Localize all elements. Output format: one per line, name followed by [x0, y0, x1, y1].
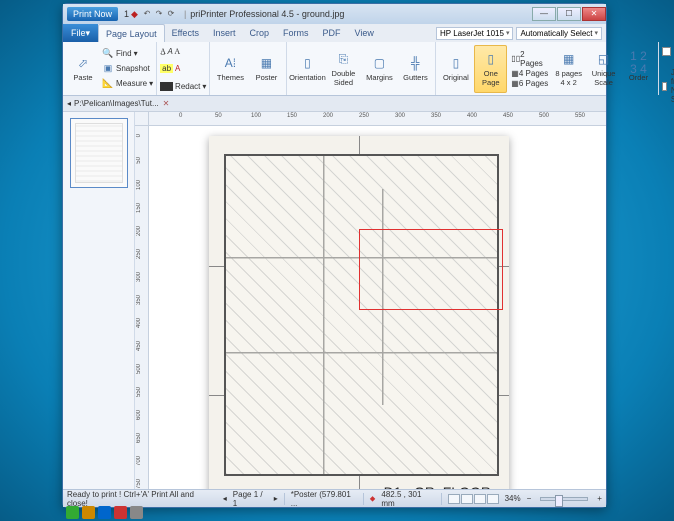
tray-icon[interactable]	[66, 506, 79, 519]
app-window: Print Now 1 ◆ ↶ ↷ ⟳ | priPrinter Profess…	[62, 3, 607, 508]
page-number: 1	[124, 9, 129, 19]
double-sided-button[interactable]: ⎘Double Sided	[326, 45, 360, 93]
page-icon: ▯	[482, 50, 500, 68]
page-icon: ▯	[447, 54, 465, 72]
ruler-corner	[135, 112, 149, 126]
search-icon: 🔍	[102, 48, 114, 60]
document-path[interactable]: P:\Pelican\Images\Tut...	[74, 99, 159, 108]
unique-scale-button[interactable]: ◱Unique Scale	[587, 45, 620, 93]
tab-insert[interactable]: Insert	[206, 24, 243, 42]
paste-button[interactable]: ⬀Paste	[66, 45, 100, 93]
themes-button[interactable]: A⁞Themes	[213, 45, 247, 93]
zoom-value: 34%	[505, 494, 521, 503]
zoom-out-icon[interactable]: −	[527, 494, 532, 503]
layout-2pages[interactable]: ▯▯ 2 Pages	[511, 50, 548, 68]
one-page-button[interactable]: ▯One Page	[474, 45, 507, 93]
tab-view[interactable]: View	[347, 24, 380, 42]
close-button[interactable]: ✕	[582, 7, 606, 21]
menubar: File ▾ Page Layout Effects Insert Crop F…	[63, 24, 606, 42]
8pages-button[interactable]: ▦8 pages 4 x 2	[552, 45, 585, 93]
tab-crop[interactable]: Crop	[242, 24, 276, 42]
canvas[interactable]: D1 - GR. FLOOR	[149, 126, 606, 489]
minimize-button[interactable]: —	[532, 7, 556, 21]
tray-icon[interactable]	[98, 506, 111, 519]
undo-icon[interactable]: ↶	[142, 9, 152, 19]
drawing-label: D1 - GR. FLOOR	[384, 484, 491, 489]
paper-select[interactable]: Automatically Select	[516, 27, 602, 40]
tray-icon[interactable]	[82, 506, 95, 519]
printer-select[interactable]: HP LaserJet 1015	[436, 27, 513, 40]
poster-icon: ▦	[257, 54, 275, 72]
measure-button[interactable]: 📐Measure ▾	[102, 77, 153, 91]
titlebar: Print Now 1 ◆ ↶ ↷ ⟳ | priPrinter Profess…	[63, 4, 606, 24]
quick-nav: ↶ ↷ ⟳	[142, 9, 176, 19]
app-title: priPrinter Professional 4.5 - ground.jpg	[190, 9, 344, 19]
tab-effects[interactable]: Effects	[165, 24, 206, 42]
file-menu[interactable]: File ▾	[63, 24, 98, 42]
grid-icon: ▦	[560, 50, 578, 68]
layout-6pages[interactable]: ▦ 6 Pages	[511, 79, 548, 88]
status-poster: *Poster (579.801 ...	[291, 490, 357, 508]
thumbnail-panel	[63, 112, 135, 489]
ruler-vertical: 0501001502002503003504004505005506006507…	[135, 126, 149, 489]
original-button[interactable]: ▯Original	[439, 45, 472, 93]
scale-icon: ◱	[595, 50, 613, 68]
tray-icon[interactable]	[114, 506, 127, 519]
camera-icon: ▣	[102, 63, 114, 75]
status-coords: 482.5 , 301 mm	[381, 490, 434, 508]
gutters-button[interactable]: ╬Gutters	[398, 45, 432, 93]
refresh-icon[interactable]: ⟳	[166, 9, 176, 19]
ruler-icon: 📐	[102, 78, 114, 90]
margins-icon: ▢	[370, 54, 388, 72]
find-button[interactable]: 🔍Find ▾	[102, 47, 153, 61]
orientation-icon: ▯	[298, 54, 316, 72]
page-thumbnail[interactable]	[70, 118, 128, 188]
repeat-check[interactable]: Repeat	[662, 44, 674, 58]
ruler-horizontal: 050100150200250300350400450500550	[149, 112, 606, 126]
tab-forms[interactable]: Forms	[276, 24, 316, 42]
order-icon: 1 23 4	[630, 54, 648, 72]
zoom-in-icon[interactable]: +	[597, 494, 602, 503]
palette-icon: A⁞	[221, 54, 239, 72]
gutters-icon: ╬	[406, 54, 424, 72]
tab-page-layout[interactable]: Page Layout	[98, 24, 165, 42]
document-path-bar: ◂ P:\Pelican\Images\Tut... ✕	[63, 96, 606, 112]
order-button[interactable]: 1 23 4Order	[622, 45, 655, 93]
workspace: 050100150200250300350400450500550 050100…	[63, 112, 606, 489]
view-mode-icons[interactable]	[448, 494, 499, 504]
margins-button[interactable]: ▢Margins	[362, 45, 396, 93]
duplex-icon: ⎘	[334, 50, 352, 68]
print-now-button[interactable]: Print Now	[67, 7, 118, 21]
selection-highlight	[359, 229, 503, 310]
tray-icon[interactable]	[130, 506, 143, 519]
desktop-tray	[62, 504, 147, 521]
job-new-sheet-check[interactable]: Job from New Sheet	[662, 79, 674, 93]
poster-button[interactable]: ▦Poster	[249, 45, 283, 93]
snapshot-button[interactable]: ▣Snapshot	[102, 62, 153, 76]
orientation-button[interactable]: ▯Orientation	[290, 45, 324, 93]
cursor-icon: ⬀	[74, 54, 92, 72]
close-doc-icon[interactable]: ✕	[163, 99, 170, 108]
status-page: Page 1 / 1	[233, 490, 268, 508]
ribbon: ⬀Paste 🔍Find ▾ ▣Snapshot 📐Measure ▾ A̲ A…	[63, 42, 606, 96]
redo-icon[interactable]: ↷	[154, 9, 164, 19]
layout-4pages[interactable]: ▦ 4 Pages	[511, 69, 548, 78]
poster-sheet: D1 - GR. FLOOR	[209, 136, 509, 489]
zoom-slider[interactable]	[540, 497, 588, 501]
tab-pdf[interactable]: PDF	[315, 24, 347, 42]
maximize-button[interactable]: ☐	[557, 7, 581, 21]
floorplan-image	[224, 154, 499, 476]
redact-button[interactable]: ab Redact ▾	[160, 79, 206, 93]
